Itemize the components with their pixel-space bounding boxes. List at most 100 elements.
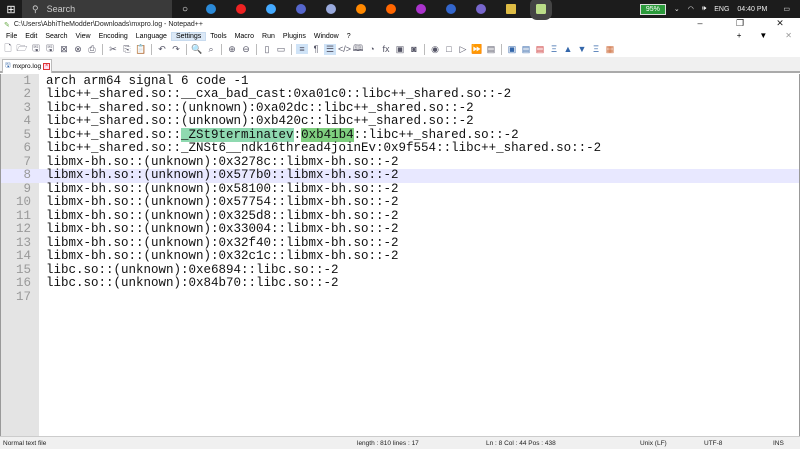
youtube-icon[interactable]	[236, 4, 247, 14]
plugin-icon[interactable]: ▤	[534, 44, 546, 55]
folder-workspace-icon[interactable]: ▣	[394, 44, 406, 55]
find-icon[interactable]: 🔍	[191, 44, 203, 55]
redo-icon[interactable]: ↷	[170, 44, 182, 55]
editor-line[interactable]: 3 libc++_shared.so::(unknown):0xa02dc::li…	[1, 101, 799, 116]
editor-line[interactable]: 6 libc++_shared.so::_ZNSt6__ndk16thread4j…	[1, 141, 799, 156]
new-file-icon[interactable]: 🗋	[2, 41, 14, 57]
taskbar-search[interactable]: ⚲ Search	[22, 0, 172, 18]
copy-icon[interactable]: ⎘	[121, 44, 133, 55]
sync-horizontal-icon[interactable]: ▭	[275, 44, 287, 55]
app-icon[interactable]	[326, 4, 337, 14]
editor-line[interactable]: 16 libc.so::(unknown):0x84b70::libc.so::-…	[1, 276, 799, 291]
editor-line[interactable]: 11 libmx-bh.so::(unknown):0x325d8::libmx-…	[1, 209, 799, 224]
vlc-icon[interactable]	[356, 4, 367, 14]
menu-language[interactable]: Language	[132, 33, 171, 40]
cut-icon[interactable]: ✂	[107, 44, 119, 55]
editor-line[interactable]: 2 libc++_shared.so::__cxa_bad_cast:0xa01c…	[1, 87, 799, 102]
zoom-in-icon[interactable]: ⊕	[226, 44, 238, 55]
editor-line[interactable]: 7 libmx-bh.so::(unknown):0x3278c::libmx-b…	[1, 155, 799, 170]
replace-icon[interactable]: ⌕	[205, 44, 217, 55]
paste-icon[interactable]: 📋	[135, 44, 147, 55]
dropdown-icon[interactable]: ▼	[755, 31, 771, 40]
menu-help[interactable]: ?	[343, 33, 355, 40]
editor-line[interactable]: 5 libc++_shared.so::_ZSt9terminatev:0xb41…	[1, 127, 799, 143]
menu-file[interactable]: File	[2, 33, 21, 40]
plugin-icon[interactable]: ▤	[520, 44, 532, 55]
wifi-icon[interactable]: ◠	[688, 5, 694, 13]
tab-mxpro-log[interactable]: 🖫 mxpro.log ×	[2, 59, 52, 73]
word-wrap-icon[interactable]: ≡	[296, 44, 308, 54]
close-button[interactable]: ✕	[760, 18, 800, 29]
menu-encoding[interactable]: Encoding	[95, 33, 132, 40]
arrow-up-icon[interactable]: ▲	[562, 44, 574, 54]
editor-line[interactable]: 14 libmx-bh.so::(unknown):0x32c1c::libmx-…	[1, 249, 799, 264]
app-icon[interactable]	[296, 4, 307, 14]
zoom-out-icon[interactable]: ⊖	[240, 44, 252, 55]
undo-icon[interactable]: ↶	[156, 44, 168, 55]
save-macro-icon[interactable]: ▤	[485, 44, 497, 55]
record-macro-icon[interactable]: ◉	[429, 44, 441, 55]
close-all-icon[interactable]: ⊗	[72, 44, 84, 55]
menu-window[interactable]: Window	[310, 33, 343, 40]
editor-line[interactable]: 4 libc++_shared.so::(unknown):0xb420c::li…	[1, 114, 799, 129]
plugin-icon[interactable]: Ξ	[548, 44, 560, 54]
plugin-icon[interactable]: Ξ	[590, 44, 602, 54]
menu-run[interactable]: Run	[258, 33, 279, 40]
show-all-chars-icon[interactable]: ¶	[310, 44, 322, 54]
menu-macro[interactable]: Macro	[231, 33, 258, 40]
play-macro-icon[interactable]: ▷	[457, 44, 469, 55]
edge-icon[interactable]	[206, 4, 217, 14]
battery-indicator[interactable]: 95%	[639, 3, 666, 15]
editor[interactable]: 1 arch arm64 signal 6 code -1 2 libc++_shar…	[0, 74, 800, 436]
open-file-icon[interactable]: 🗁	[16, 41, 28, 57]
tab-close-icon[interactable]: ×	[43, 63, 51, 70]
editor-line[interactable]: 8 libmx-bh.so::(unknown):0x577b0::libmx-b…	[1, 168, 799, 183]
menu-edit[interactable]: Edit	[21, 33, 41, 40]
chevron-up-icon[interactable]: ⌄	[674, 5, 680, 13]
editor-line[interactable]: 1 arch arm64 signal 6 code -1	[1, 74, 799, 89]
app-icon[interactable]	[416, 4, 427, 14]
menu-tools[interactable]: Tools	[206, 33, 230, 40]
language-indicator[interactable]: ENG	[714, 6, 729, 13]
close-icon[interactable]: ⊠	[58, 44, 70, 55]
editor-line[interactable]: 10 libmx-bh.so::(unknown):0x57754::libmx-…	[1, 195, 799, 210]
xml-tag-icon[interactable]: </>	[338, 44, 351, 54]
monitor-icon[interactable]: ◙	[408, 44, 420, 54]
app-icon[interactable]	[476, 4, 487, 14]
editor-line[interactable]: 17	[1, 290, 799, 305]
print-icon[interactable]: ⎙	[86, 44, 98, 55]
volume-icon[interactable]: 🕪	[702, 5, 706, 13]
firefox-icon[interactable]	[386, 4, 397, 14]
editor-line[interactable]: 12 libmx-bh.so::(unknown):0x33004::libmx-…	[1, 222, 799, 237]
add-icon[interactable]: +	[733, 31, 746, 40]
editor-line[interactable]: 13 libmx-bh.so::(unknown):0x32f40::libmx-…	[1, 236, 799, 251]
restore-button[interactable]: ❐	[720, 18, 760, 29]
menu-plugins[interactable]: Plugins	[279, 33, 310, 40]
map-icon[interactable]: 🕮	[352, 41, 364, 57]
editor-line[interactable]: 15 libc.so::(unknown):0xe6894::libc.so::-…	[1, 263, 799, 278]
arrow-down-icon[interactable]: ▼	[576, 44, 588, 54]
function-list-icon[interactable]: fx	[380, 44, 392, 54]
doc-list-icon[interactable]: ◔	[366, 44, 378, 54]
menu-settings[interactable]: Settings	[170, 31, 207, 41]
notifications-icon[interactable]: ▭	[783, 5, 790, 13]
file-explorer-icon[interactable]	[506, 4, 517, 14]
sync-vertical-icon[interactable]: ▯	[261, 44, 273, 55]
notepadpp-taskbar-icon[interactable]	[530, 0, 553, 20]
task-view-icon[interactable]: ○	[182, 4, 188, 15]
indent-guide-icon[interactable]: ☰	[324, 43, 336, 55]
run-macro-multiple-icon[interactable]: ⏩	[471, 44, 483, 55]
menu-search[interactable]: Search	[41, 33, 71, 40]
app-icon[interactable]	[266, 4, 277, 14]
windows-start-icon[interactable]: ⊞	[0, 0, 22, 18]
stop-macro-icon[interactable]: □	[443, 44, 455, 54]
save-icon[interactable]: 🖫	[30, 41, 42, 57]
minimize-button[interactable]: –	[680, 18, 720, 29]
app-icon[interactable]	[446, 4, 457, 14]
editor-line[interactable]: 9 libmx-bh.so::(unknown):0x58100::libmx-b…	[1, 182, 799, 197]
save-all-icon[interactable]: 🖫	[44, 41, 56, 57]
close-doc-icon[interactable]: ✕	[781, 31, 796, 40]
plugin-icon[interactable]: ▦	[604, 44, 616, 55]
plugin-icon[interactable]: ▣	[506, 44, 518, 55]
clock[interactable]: 04:40 PM	[737, 6, 767, 13]
